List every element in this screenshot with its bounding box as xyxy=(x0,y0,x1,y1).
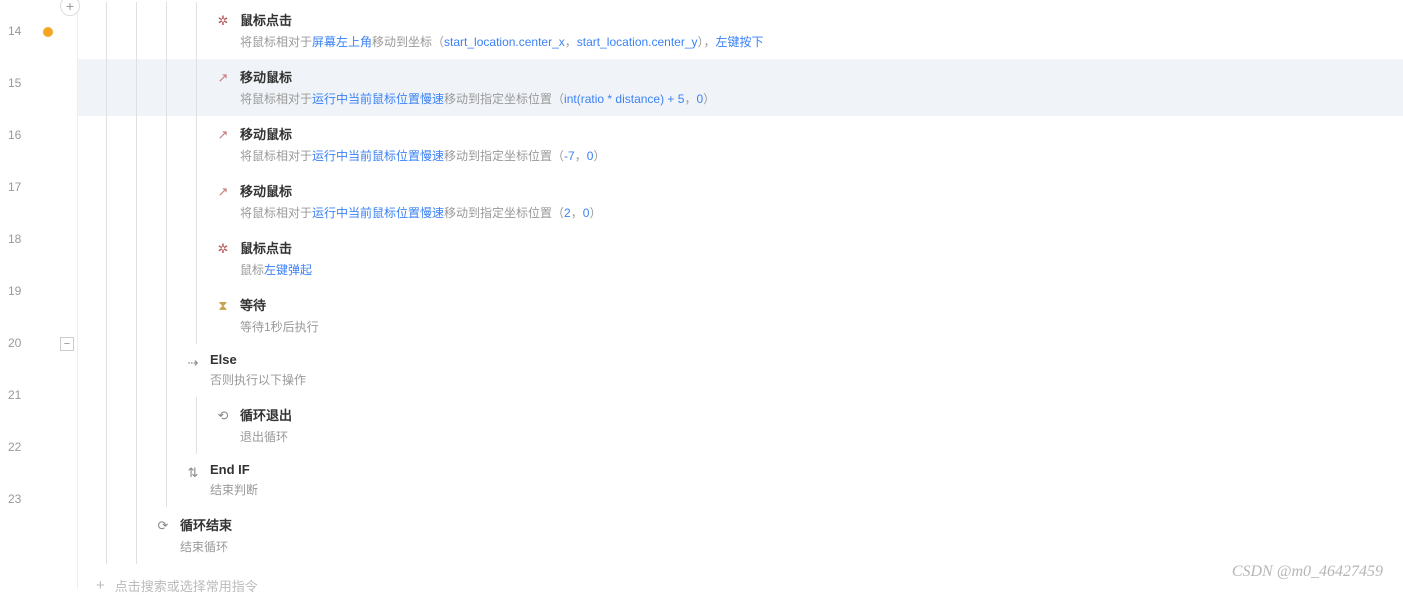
line-number: 23 xyxy=(8,492,38,506)
step-body: End IF 结束判断 xyxy=(210,462,1403,499)
line-number: 19 xyxy=(8,284,38,298)
line-number: 20 xyxy=(8,336,38,350)
step-description: 将鼠标相对于屏幕左上角移动到坐标（start_location.center_x… xyxy=(240,33,1403,51)
add-step-prompt[interactable]: + 点击搜索或选择常用指令 xyxy=(78,564,1403,607)
line-gutter: + 14 15 16 17 18 19 20 − 21 22 23 xyxy=(0,0,78,589)
step-body: 循环结束结束循环 xyxy=(180,515,1403,556)
step-row[interactable]: ⧗ 等待等待1秒后执行 xyxy=(78,287,1403,344)
step-description: 等待1秒后执行 xyxy=(240,318,1403,336)
step-body: 移动鼠标将鼠标相对于运行中当前鼠标位置慢速移动到指定坐标位置（-7，0） xyxy=(240,124,1403,165)
step-title: 等待 xyxy=(240,295,1403,314)
step-title: End IF xyxy=(210,462,1403,477)
step-row[interactable]: ✲ 鼠标点击将鼠标相对于屏幕左上角移动到坐标（start_location.cen… xyxy=(78,2,1403,59)
step-title: 循环退出 xyxy=(240,405,1403,424)
step-title: Else xyxy=(210,352,1403,367)
step-title: 鼠标点击 xyxy=(240,10,1403,29)
step-body: 等待等待1秒后执行 xyxy=(240,295,1403,336)
step-row[interactable]: ✲ 鼠标点击鼠标左键弹起 xyxy=(78,230,1403,287)
loopexit-icon: ⟲ xyxy=(214,407,232,425)
step-description: 结束判断 xyxy=(210,481,1403,499)
line-number: 15 xyxy=(8,76,38,90)
line-number: 14 xyxy=(8,24,38,38)
add-step-icon[interactable]: + xyxy=(60,0,80,16)
loopend-icon: ⟳ xyxy=(154,517,172,535)
step-body: 鼠标点击将鼠标相对于屏幕左上角移动到坐标（start_location.cent… xyxy=(240,10,1403,51)
steps-content: ✲鼠标点击将鼠标相对于屏幕左上角移动到坐标（start_location.cen… xyxy=(78,0,1403,589)
move-icon: ↗ xyxy=(214,183,232,201)
step-description: 将鼠标相对于运行中当前鼠标位置慢速移动到指定坐标位置（2，0） xyxy=(240,204,1403,222)
line-number: 22 xyxy=(8,440,38,454)
step-row[interactable]: ↗ 移动鼠标将鼠标相对于运行中当前鼠标位置慢速移动到指定坐标位置（2，0） xyxy=(78,173,1403,230)
add-prompt-text: 点击搜索或选择常用指令 xyxy=(115,576,258,595)
endif-icon: ⇅ xyxy=(184,464,202,482)
step-body: 移动鼠标将鼠标相对于运行中当前鼠标位置慢速移动到指定坐标位置（2，0） xyxy=(240,181,1403,222)
step-description: 鼠标左键弹起 xyxy=(240,261,1403,279)
step-row[interactable]: ⟲ 循环退出退出循环 xyxy=(78,397,1403,454)
line-number: 21 xyxy=(8,388,38,402)
step-description: 退出循环 xyxy=(240,428,1403,446)
step-body: 鼠标点击鼠标左键弹起 xyxy=(240,238,1403,279)
breakpoint-badge[interactable] xyxy=(43,27,53,37)
step-row[interactable]: ⟳ 循环结束结束循环 xyxy=(78,507,1403,564)
step-row[interactable]: ⇅ End IF 结束判断 xyxy=(78,454,1403,507)
move-icon: ↗ xyxy=(214,126,232,144)
step-title: 循环结束 xyxy=(180,515,1403,534)
step-title: 移动鼠标 xyxy=(240,67,1403,86)
step-row[interactable]: ⇢ Else 否则执行以下操作 xyxy=(78,344,1403,397)
click-icon: ✲ xyxy=(214,240,232,258)
step-row[interactable]: ↗ 移动鼠标将鼠标相对于运行中当前鼠标位置慢速移动到指定坐标位置（-7，0） xyxy=(78,116,1403,173)
step-description: 结束循环 xyxy=(180,538,1403,556)
click-icon: ✲ xyxy=(214,12,232,30)
move-icon: ↗ xyxy=(214,69,232,87)
step-description: 将鼠标相对于运行中当前鼠标位置慢速移动到指定坐标位置（-7，0） xyxy=(240,147,1403,165)
step-description: 将鼠标相对于运行中当前鼠标位置慢速移动到指定坐标位置（int(ratio * d… xyxy=(240,90,1403,108)
line-number: 17 xyxy=(8,180,38,194)
step-title: 鼠标点击 xyxy=(240,238,1403,257)
line-number: 16 xyxy=(8,128,38,142)
step-body: 移动鼠标将鼠标相对于运行中当前鼠标位置慢速移动到指定坐标位置（int(ratio… xyxy=(240,67,1403,108)
wait-icon: ⧗ xyxy=(214,297,232,315)
step-description: 否则执行以下操作 xyxy=(210,371,1403,389)
step-body: 循环退出退出循环 xyxy=(240,405,1403,446)
collapse-toggle-icon[interactable]: − xyxy=(60,337,74,351)
step-title: 移动鼠标 xyxy=(240,124,1403,143)
step-body: Else 否则执行以下操作 xyxy=(210,352,1403,389)
step-title: 移动鼠标 xyxy=(240,181,1403,200)
step-row[interactable]: ↗ 移动鼠标将鼠标相对于运行中当前鼠标位置慢速移动到指定坐标位置（int(rati… xyxy=(78,59,1403,116)
else-icon: ⇢ xyxy=(184,354,202,372)
plus-icon: + xyxy=(96,577,105,594)
line-number: 18 xyxy=(8,232,38,246)
